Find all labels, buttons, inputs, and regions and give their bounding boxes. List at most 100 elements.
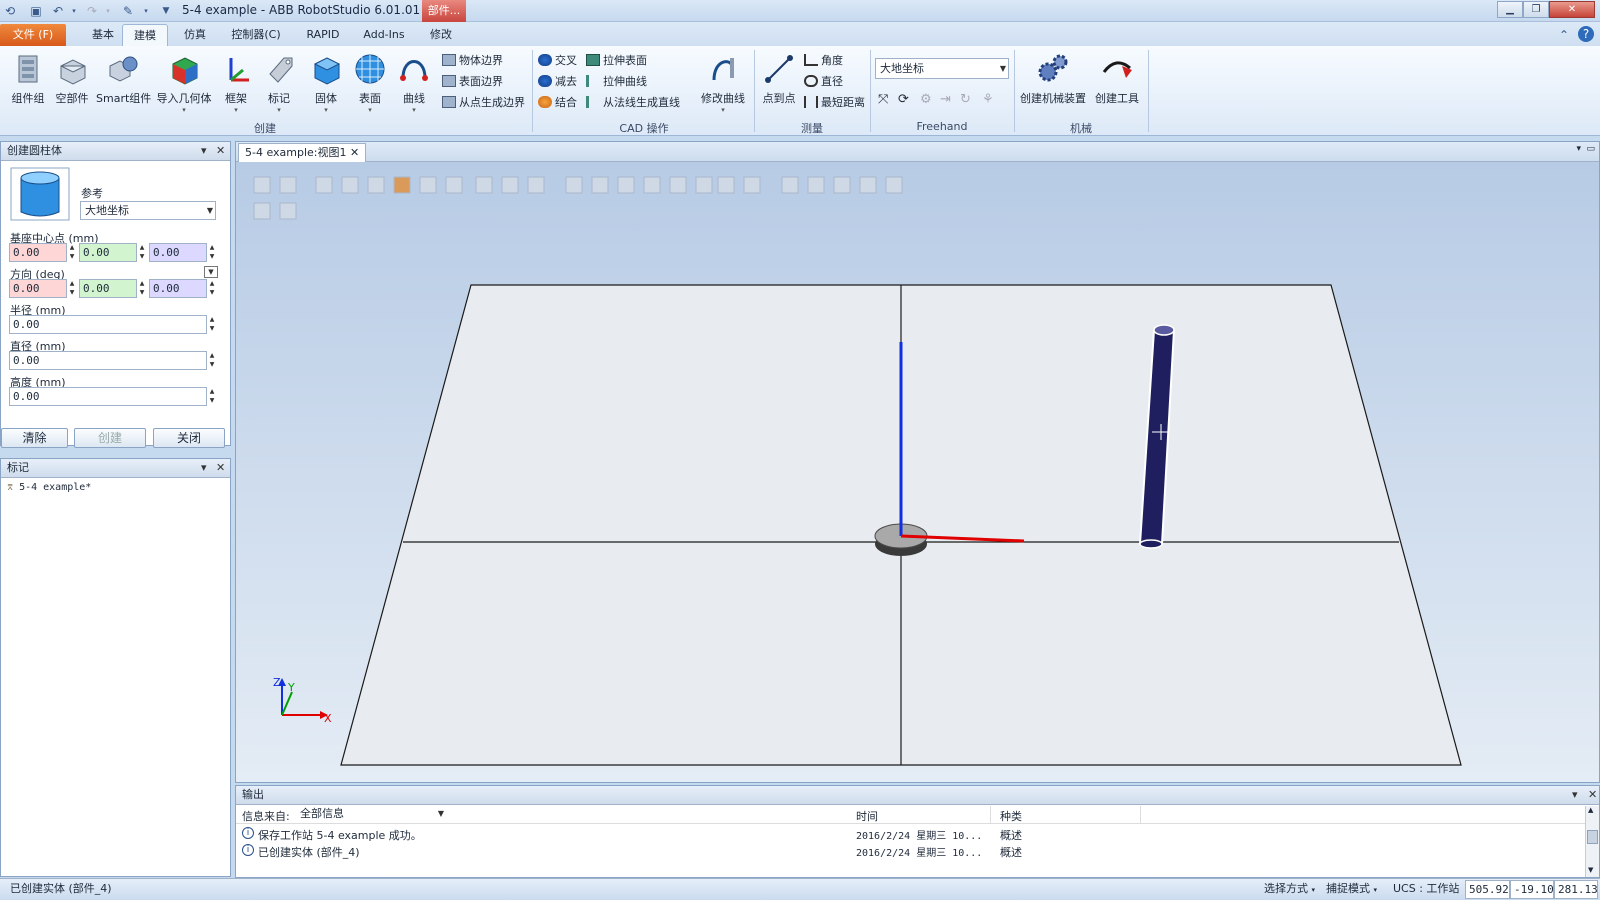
tab-rapid[interactable]: RAPID [300, 24, 346, 46]
panel-close-icon[interactable]: ✕ [216, 142, 225, 160]
base-y-input[interactable]: 0.00 [79, 243, 137, 262]
height-input[interactable]: 0.00 [9, 387, 207, 406]
rotate-icon[interactable]: ⟳ [898, 90, 909, 110]
scene-canvas[interactable]: Z Y X [236, 162, 1599, 782]
tab-file[interactable]: 文件 (F) [0, 24, 66, 46]
freehand-reference-select[interactable]: 大地坐标 ▼ [875, 58, 1009, 79]
smart-component-button[interactable]: Smart组件 [96, 50, 151, 114]
direction-y-input[interactable]: 0.00 [79, 279, 137, 298]
redo-dropdown-icon[interactable]: ▾ [100, 3, 116, 19]
line-from-normal-button[interactable]: 从法线生成直线 [586, 93, 680, 113]
redo-icon[interactable]: ↷ [84, 3, 100, 19]
scroll-thumb[interactable] [1587, 830, 1598, 844]
panel-close-icon[interactable]: ✕ [1588, 786, 1597, 804]
jog-joint-icon[interactable]: ⚙ [920, 90, 932, 110]
jog-linear-icon[interactable]: ⇥ [940, 90, 951, 110]
angle-button[interactable]: 角度 [804, 51, 843, 71]
reference-select[interactable]: 大地坐标 ▼ [80, 201, 216, 220]
source-select[interactable]: 全部信息 ▼ [296, 806, 446, 823]
tab-modeling[interactable]: 建模 [122, 24, 168, 47]
modify-curve-button[interactable]: 修改曲线 ▾ [696, 50, 750, 114]
selection-mode-menu[interactable]: 选择方式 ▾ [1264, 879, 1315, 900]
ucs-indicator[interactable]: UCS : 工作站 [1393, 879, 1459, 899]
frame-button[interactable]: 框架 ▾ [216, 50, 256, 114]
close-button[interactable]: 关闭 [153, 428, 225, 448]
tags-tree-item[interactable]: ⌆ 5-4 example* [7, 482, 91, 493]
intersect-button[interactable]: 交叉 [538, 51, 577, 71]
jog-reorient-icon[interactable]: ↻ [960, 90, 971, 110]
curve-button[interactable]: 曲线 ▾ [394, 50, 434, 114]
panel-pin-icon[interactable]: ▾ [201, 142, 207, 160]
panel-close-icon[interactable]: ✕ [216, 459, 225, 477]
close-tab-icon[interactable]: ✕ [350, 146, 359, 159]
diameter-stepper[interactable]: ▲ ▼ [207, 351, 217, 370]
tab-addins[interactable]: Add-Ins [356, 24, 412, 46]
app-menu-icon[interactable]: ⟲ [2, 3, 18, 19]
scroll-down-icon[interactable]: ▼ [1588, 866, 1593, 874]
direction-z-input[interactable]: 0.00 [149, 279, 207, 298]
direction-x-stepper[interactable]: ▲ ▼ [67, 279, 77, 298]
column-time[interactable]: 时间 [856, 808, 878, 824]
height-stepper[interactable]: ▲ ▼ [207, 387, 217, 406]
body-border-button[interactable]: 物体边界 [442, 51, 503, 71]
tab-simulation[interactable]: 仿真 [172, 24, 218, 46]
scroll-up-icon[interactable]: ▲ [1588, 806, 1593, 814]
create-button[interactable]: 创建 [74, 428, 146, 448]
close-window-button[interactable]: ✕ [1549, 1, 1595, 18]
subtract-button[interactable]: 减去 [538, 72, 577, 92]
output-scrollbar[interactable]: ▲ ▼ [1585, 806, 1599, 877]
view-maximize-icon[interactable]: ▭ [1586, 144, 1595, 154]
component-group-button[interactable]: 组件组 [4, 50, 52, 114]
undo-dropdown-icon[interactable]: ▾ [66, 3, 82, 19]
collapse-ribbon-icon[interactable]: ⌃ [1556, 27, 1572, 43]
base-z-stepper[interactable]: ▲ ▼ [207, 243, 217, 262]
graphics-viewport[interactable]: 5-4 example:视图1 ✕ ▾ ▭ Z Y X [235, 141, 1600, 783]
extrude-surface-button[interactable]: 拉伸表面 [586, 51, 647, 71]
tab-view1[interactable]: 5-4 example:视图1 ✕ [238, 143, 367, 162]
direction-expand-icon[interactable]: ▼ [204, 266, 218, 278]
maximize-button[interactable]: ❐ [1523, 1, 1549, 18]
tab-home[interactable]: 基本 [80, 24, 126, 46]
tag-button[interactable]: 标记 ▾ [258, 50, 300, 114]
output-row[interactable]: i 已创建实体 (部件_4) 2016/2/24 星期三 10... 概述 [236, 843, 1585, 860]
customize-qat-icon[interactable]: ▼ [158, 3, 174, 19]
border-from-points-button[interactable]: 从点生成边界 [442, 93, 525, 113]
base-z-input[interactable]: 0.00 [149, 243, 207, 262]
tool-icon[interactable]: ✎ [120, 3, 136, 19]
import-geometry-button[interactable]: 导入几何体 ▾ [154, 50, 214, 114]
clear-button[interactable]: 清除 [1, 428, 68, 448]
surface-border-button[interactable]: 表面边界 [442, 72, 503, 92]
multi-robot-jog-icon[interactable]: ⚘ [982, 90, 994, 110]
direction-y-stepper[interactable]: ▲ ▼ [137, 279, 147, 298]
help-icon[interactable]: ? [1578, 26, 1594, 42]
create-mechanism-button[interactable]: 创建机械装置 [1018, 50, 1088, 114]
empty-part-button[interactable]: 空部件 [48, 50, 96, 114]
tab-controller[interactable]: 控制器(C) [226, 24, 286, 46]
radius-input[interactable]: 0.00 [9, 315, 207, 334]
diameter-input[interactable]: 0.00 [9, 351, 207, 370]
output-row[interactable]: i 保存工作站 5-4 example 成功。 2016/2/24 星期三 10… [236, 826, 1585, 843]
solid-button[interactable]: 固体 ▾ [306, 50, 346, 114]
undo-icon[interactable]: ↶ [50, 3, 66, 19]
diameter-button[interactable]: 直径 [804, 72, 843, 92]
surface-button[interactable]: 表面 ▾ [350, 50, 390, 114]
extrude-curve-button[interactable]: 拉伸曲线 [586, 72, 647, 92]
context-tab-part[interactable]: 部件... [422, 0, 466, 22]
panel-pin-icon[interactable]: ▾ [1572, 786, 1578, 804]
union-button[interactable]: 结合 [538, 93, 577, 113]
base-x-input[interactable]: 0.00 [9, 243, 67, 262]
point-to-point-button[interactable]: 点到点 [756, 50, 802, 114]
tool-dropdown-icon[interactable]: ▾ [138, 3, 154, 19]
create-tool-button[interactable]: 创建工具 [1092, 50, 1142, 114]
base-x-stepper[interactable]: ▲ ▼ [67, 243, 77, 262]
shortest-distance-button[interactable]: 最短距离 [804, 93, 865, 113]
direction-x-input[interactable]: 0.00 [9, 279, 67, 298]
panel-pin-icon[interactable]: ▾ [201, 459, 207, 477]
tab-modify[interactable]: 修改 [420, 24, 462, 46]
save-icon[interactable]: ▣ [28, 3, 44, 19]
direction-z-stepper[interactable]: ▲ ▼ [207, 279, 217, 298]
column-type[interactable]: 种类 [1000, 808, 1022, 824]
minimize-button[interactable]: ▁ [1497, 1, 1523, 18]
base-y-stepper[interactable]: ▲ ▼ [137, 243, 147, 262]
move-icon[interactable]: ⤧ [878, 90, 888, 110]
